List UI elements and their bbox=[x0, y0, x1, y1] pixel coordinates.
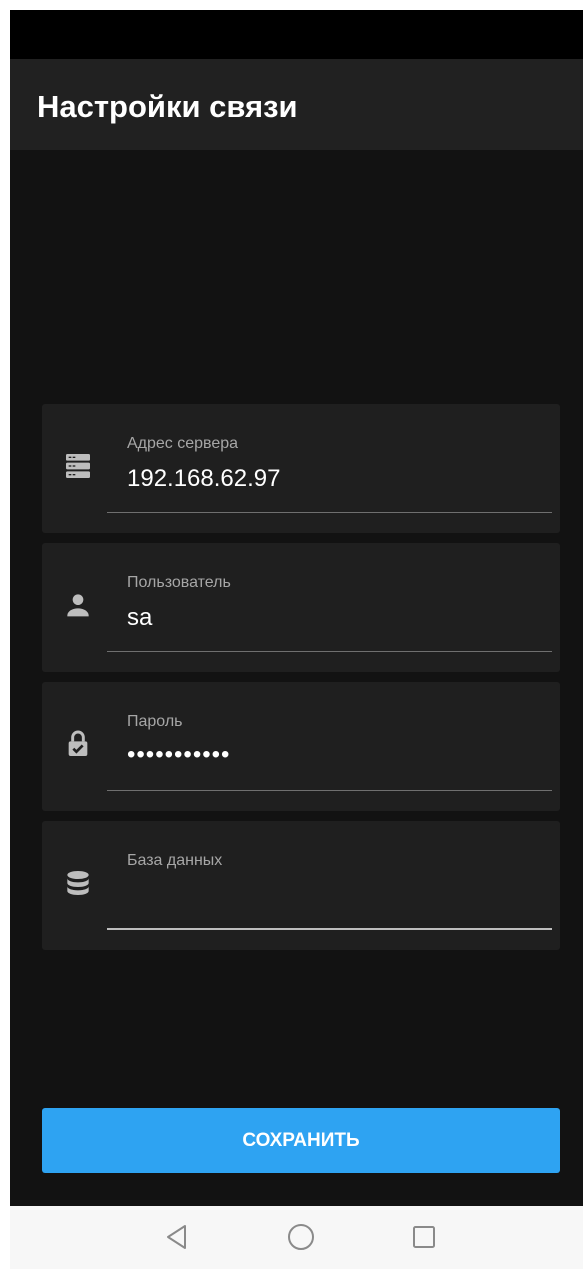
password-field[interactable]: Пароль ••••••••••• bbox=[42, 682, 560, 811]
password-input[interactable]: ••••••••••• bbox=[127, 740, 230, 770]
server-address-field[interactable]: Адрес сервера 192.168.62.97 bbox=[42, 404, 560, 533]
database-underline bbox=[107, 928, 552, 930]
lock-check-icon bbox=[62, 728, 94, 760]
database-label: База данных bbox=[127, 852, 223, 869]
user-label: Пользователь bbox=[127, 574, 231, 591]
password-underline bbox=[107, 790, 552, 791]
person-icon bbox=[62, 589, 94, 621]
save-button[interactable]: СОХРАНИТЬ bbox=[42, 1108, 560, 1173]
app-screen: Настройки связи Адрес сервера 192.168.62… bbox=[10, 10, 583, 1269]
system-nav-bar bbox=[10, 1206, 583, 1269]
database-icon bbox=[62, 867, 94, 899]
server-icon bbox=[62, 450, 94, 482]
user-underline bbox=[107, 651, 552, 652]
database-field[interactable]: База данных bbox=[42, 821, 560, 950]
server-address-underline bbox=[107, 512, 552, 513]
page-title: Настройки связи bbox=[37, 89, 298, 124]
server-address-label: Адрес сервера bbox=[127, 435, 239, 452]
user-input[interactable]: sa bbox=[127, 603, 152, 633]
password-label: Пароль bbox=[127, 713, 183, 730]
recents-square-icon[interactable] bbox=[408, 1221, 440, 1253]
back-triangle-icon[interactable] bbox=[161, 1221, 193, 1253]
home-circle-icon[interactable] bbox=[285, 1221, 317, 1253]
user-field[interactable]: Пользователь sa bbox=[42, 543, 560, 672]
app-bar: Настройки связи bbox=[10, 59, 583, 150]
server-address-input[interactable]: 192.168.62.97 bbox=[127, 464, 280, 494]
status-bar bbox=[10, 10, 583, 59]
